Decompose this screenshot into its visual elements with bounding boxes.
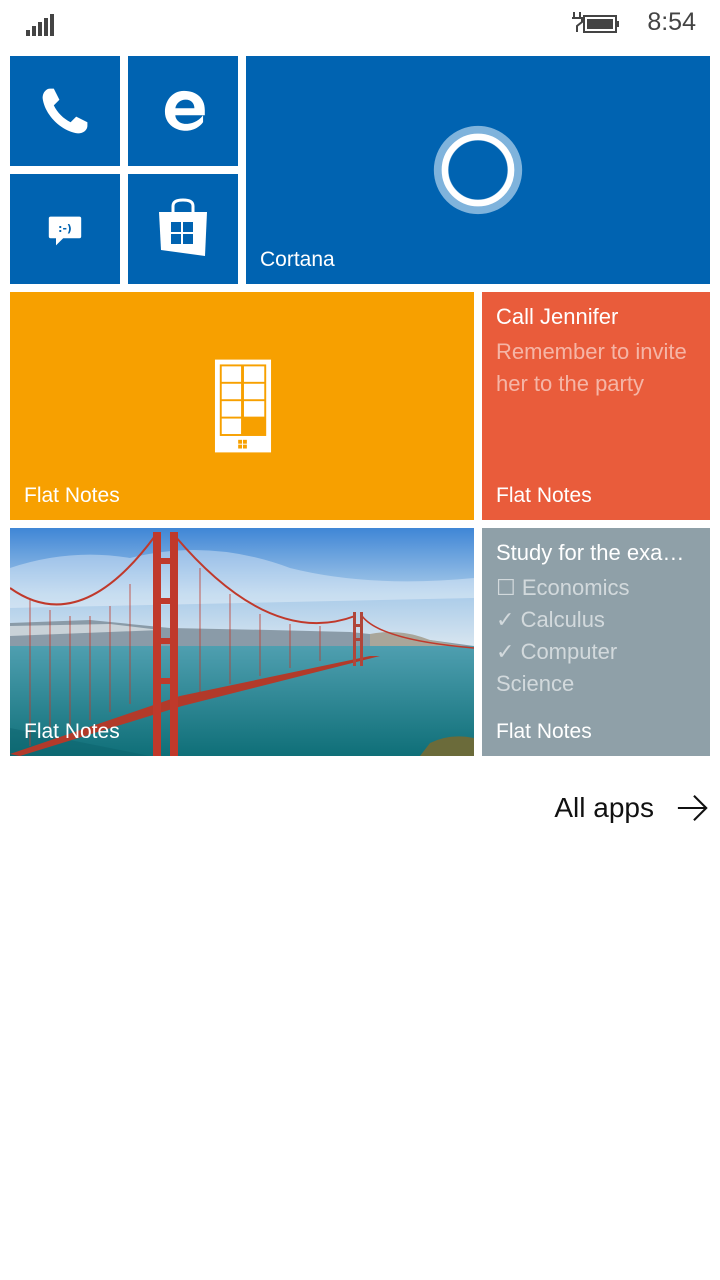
flatnotes-app-tile[interactable]: Flat Notes bbox=[10, 292, 474, 520]
note-tile-call-jennifer[interactable]: Call Jennifer Remember to invite her to … bbox=[482, 292, 710, 520]
edge-tile[interactable] bbox=[128, 56, 238, 166]
messaging-icon: :-) bbox=[48, 216, 82, 246]
all-apps-label: All apps bbox=[554, 792, 654, 823]
store-tile[interactable] bbox=[128, 174, 238, 284]
cortana-label: Cortana bbox=[260, 248, 335, 271]
messaging-tile[interactable]: :-) bbox=[10, 174, 120, 284]
flatnotes-label: Flat Notes bbox=[496, 720, 592, 743]
checkmark-icon: ✓ bbox=[496, 607, 515, 632]
all-apps-button[interactable]: All apps bbox=[554, 788, 710, 828]
battery-charging-icon bbox=[572, 12, 619, 33]
phone-tile[interactable] bbox=[10, 56, 120, 166]
status-bar: 8:54 bbox=[0, 0, 720, 50]
checkmark-icon: ✓ bbox=[496, 639, 515, 664]
checkbox-unchecked-icon: ☐ bbox=[496, 575, 516, 600]
checklist: ☐ Economics ✓ Calculus ✓ Computer Scienc… bbox=[496, 572, 696, 700]
flatnotes-label: Flat Notes bbox=[24, 484, 120, 507]
cortana-tile[interactable]: Cortana bbox=[246, 56, 710, 284]
svg-text::-): :-) bbox=[58, 222, 72, 235]
cortana-circle-icon bbox=[433, 125, 523, 215]
checklist-item: ✓ Computer Science bbox=[496, 639, 618, 696]
phone-icon bbox=[42, 88, 88, 134]
note-tile-study[interactable]: Study for the exa… ☐ Economics ✓ Calculu… bbox=[482, 528, 710, 756]
clock: 8:54 bbox=[647, 8, 696, 36]
phone-tiles-icon bbox=[214, 359, 272, 453]
flatnotes-label: Flat Notes bbox=[496, 484, 592, 507]
signal-bars-icon bbox=[26, 14, 54, 36]
edge-browser-icon bbox=[164, 90, 205, 131]
arrow-right-icon bbox=[677, 794, 708, 822]
note-title: Study for the exa… bbox=[496, 540, 685, 565]
note-title: Call Jennifer bbox=[496, 304, 619, 329]
photo-note-tile[interactable]: Flat Notes bbox=[10, 528, 474, 756]
note-body: Remember to invite her to the party bbox=[496, 339, 687, 396]
checklist-item: ✓ Calculus bbox=[496, 607, 605, 632]
checklist-item: ☐ Economics bbox=[496, 575, 630, 600]
flatnotes-label: Flat Notes bbox=[24, 720, 120, 743]
store-icon bbox=[159, 198, 207, 256]
